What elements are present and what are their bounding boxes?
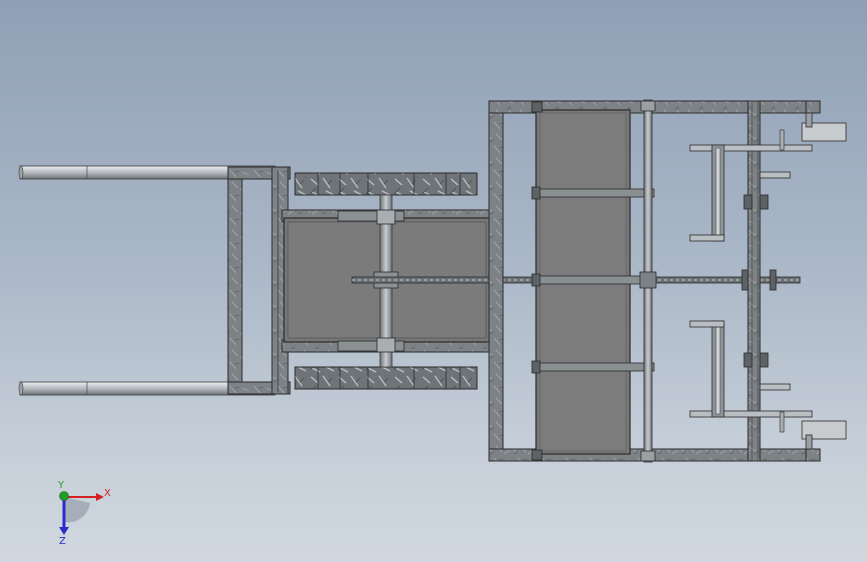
wheel-top (294, 172, 478, 196)
cad-model-canvas[interactable]: X Y Z (0, 0, 867, 562)
cad-viewport[interactable]: X Y Z (0, 0, 867, 562)
axis-triad: X Y Z (57, 480, 111, 547)
opener-upper (689, 112, 847, 242)
x-axis-label: X (104, 488, 111, 499)
y-axis-label: Y (57, 480, 65, 491)
handle-frame (227, 166, 291, 395)
z-axis-label: Z (59, 536, 66, 547)
wheel-bottom (294, 366, 478, 390)
opener-lower (689, 320, 847, 450)
